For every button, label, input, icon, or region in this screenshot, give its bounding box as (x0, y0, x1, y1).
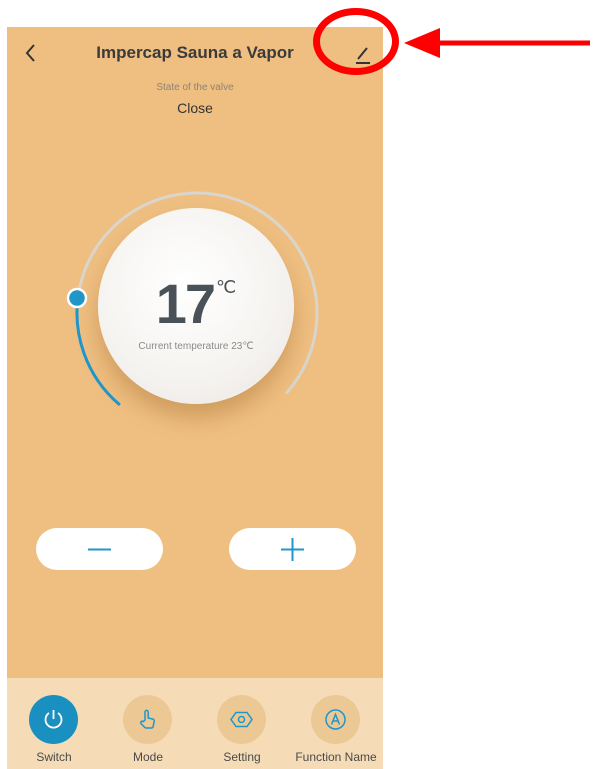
set-temperature-value: 17 (155, 272, 216, 335)
nav-mode-circle (123, 695, 172, 744)
decrease-temperature-button[interactable] (36, 528, 163, 570)
nav-mode[interactable]: Mode (101, 678, 195, 769)
nav-setting-circle (217, 695, 266, 744)
nav-switch[interactable]: Switch (7, 678, 101, 769)
power-icon (44, 710, 63, 729)
nav-function-name[interactable]: Function Name (289, 678, 383, 769)
nav-setting[interactable]: Setting (195, 678, 289, 769)
temperature-unit: ℃ (216, 277, 237, 297)
bottom-nav: Switch Mode Setting Function Name (7, 678, 383, 769)
hand-pointer-icon (140, 709, 155, 729)
valve-state-value: Close (177, 100, 213, 116)
plus-icon (281, 538, 304, 561)
nav-setting-label: Setting (223, 750, 261, 764)
increase-temperature-button[interactable] (229, 528, 356, 570)
nav-switch-label: Switch (36, 750, 72, 764)
minus-icon (88, 548, 111, 551)
device-screen: Impercap Sauna a Vapor State of the valv… (7, 27, 383, 769)
annotation-circle (313, 8, 399, 75)
temperature-display: 17 ℃ Current temperature 23℃ (98, 208, 294, 404)
nav-switch-circle (29, 695, 78, 744)
dial-handle (66, 287, 88, 309)
current-temperature: Current temperature 23℃ (138, 341, 254, 352)
set-temperature: 17 ℃ (98, 271, 294, 336)
nav-function-name-label: Function Name (295, 750, 377, 764)
hexagon-settings-icon (230, 711, 253, 728)
nav-function-name-circle (311, 695, 360, 744)
valve-state-label: State of the valve (156, 82, 234, 93)
letter-a-circle-icon (325, 709, 346, 730)
nav-mode-label: Mode (132, 750, 164, 764)
annotation-arrow (404, 28, 590, 58)
